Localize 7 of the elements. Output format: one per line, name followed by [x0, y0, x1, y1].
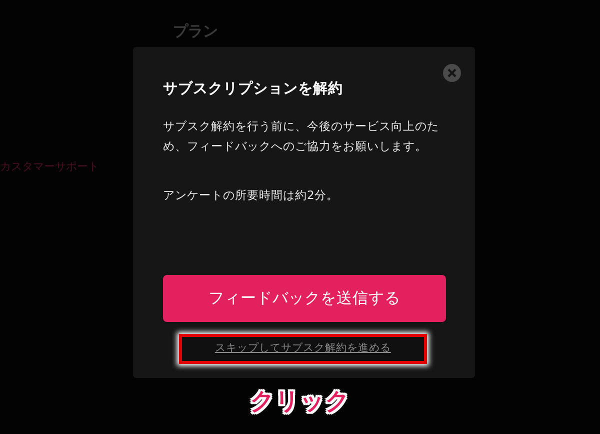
dialog-message: サブスク解約を行う前に、今後のサービス向上のため、フィードバックへのご協力をお願いします。 [163, 118, 440, 155]
dialog-note: アンケートの所要時間は約2分。 [163, 188, 340, 203]
skip-link[interactable]: スキップしてサブスク解約を進める [215, 341, 391, 355]
send-feedback-button[interactable]: フィードバックを送信する [163, 275, 446, 322]
annotation-label: クリック [250, 386, 350, 417]
close-icon[interactable] [443, 64, 461, 82]
dialog-title: サブスクリプションを解約 [163, 80, 344, 98]
